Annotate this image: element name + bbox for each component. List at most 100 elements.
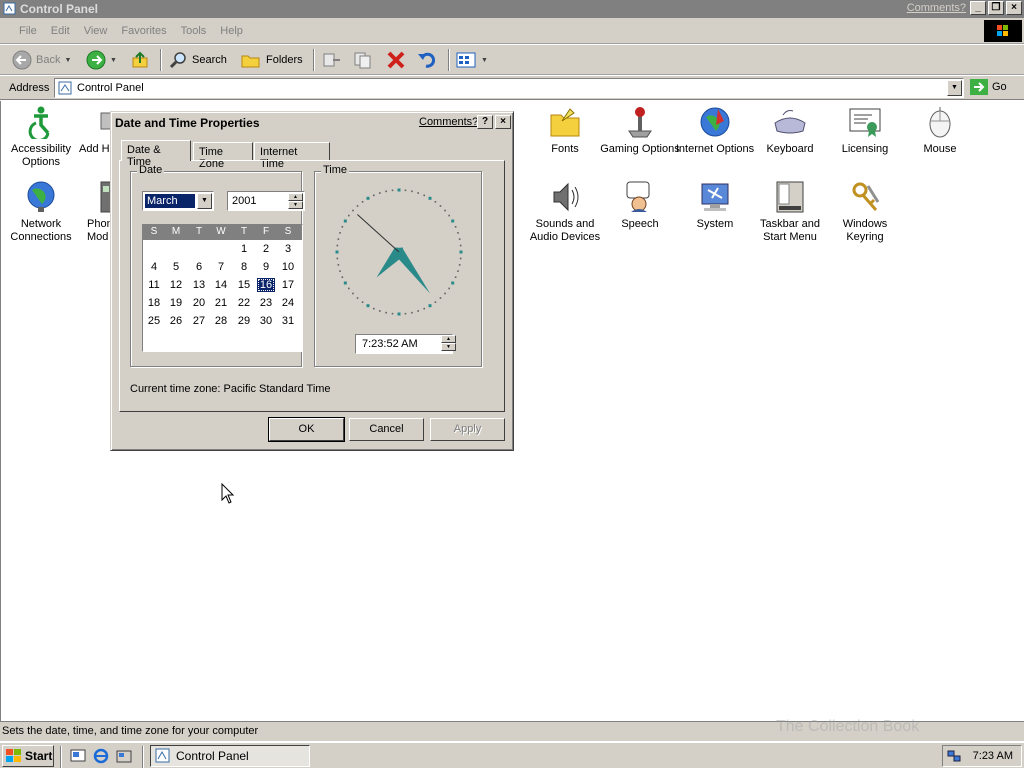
minimize-button[interactable]: _ [970,1,986,15]
copy-to-button[interactable] [352,49,374,71]
time-input[interactable]: 7:23:52 AM [355,334,453,354]
calendar-day[interactable]: 12 [167,278,185,292]
cp-item-gaming-options[interactable]: Gaming Options [600,105,680,156]
cp-item-sounds-audio[interactable]: Sounds and Audio Devices [525,180,605,244]
cp-item-network-connections[interactable]: Network Connections [1,180,81,244]
tab-time-zone[interactable]: Time Zone [193,142,253,170]
calendar-day[interactable]: 15 [235,278,253,292]
help-button[interactable]: ? [477,115,493,129]
calendar-day[interactable]: 18 [145,296,163,310]
time-up-button[interactable]: ▲ [441,335,456,343]
chevron-down-icon[interactable]: ▼ [110,57,117,64]
calendar-day[interactable]: 27 [190,314,208,328]
undo-button[interactable] [416,49,438,71]
cp-item-internet-options[interactable]: Internet Options [675,105,755,156]
forward-button[interactable]: ▼ [86,49,117,71]
cp-item-fonts[interactable]: Fonts [525,105,605,156]
ok-button[interactable]: OK [268,417,345,442]
calendar-day[interactable]: 22 [235,296,253,310]
month-select[interactable]: March ▼ [142,191,214,211]
cp-item-windows-keyring[interactable]: Windows Keyring [825,180,905,244]
search-button[interactable]: Search [168,49,227,71]
network-tray-icon[interactable] [947,749,961,763]
calendar-day[interactable]: 3 [279,242,297,256]
tab-date-time[interactable]: Date & Time [121,140,191,168]
calendar-day[interactable]: 9 [257,260,275,274]
calendar-day[interactable]: 11 [145,278,163,292]
restore-button[interactable]: ❐ [988,1,1004,15]
menu-view[interactable]: View [77,25,115,37]
calendar-day[interactable]: 29 [235,314,253,328]
calendar-day[interactable]: 24 [279,296,297,310]
time-down-button[interactable]: ▼ [441,343,456,351]
calendar-day[interactable]: 25 [145,314,163,328]
calendar-day[interactable]: 17 [279,278,297,292]
chevron-down-icon[interactable]: ▼ [481,57,488,64]
comments-link[interactable]: Comments? [907,2,966,14]
internet-explorer-icon[interactable] [93,748,109,764]
calendar-day[interactable]: 31 [279,314,297,328]
go-button[interactable]: Go [970,79,1007,95]
calendar-day[interactable]: 28 [212,314,230,328]
calendar-day[interactable]: 30 [257,314,275,328]
calendar-day[interactable]: 13 [190,278,208,292]
views-button[interactable]: ▼ [455,49,488,71]
standard-toolbar: Back ▼ ▼ Search Folders ▼ [0,45,1024,75]
dialog-close-button[interactable]: × [495,115,511,129]
calendar-day[interactable]: 19 [167,296,185,310]
calendar-day[interactable]: 10 [279,260,297,274]
year-stepper[interactable]: 2001 ▲ ▼ [227,191,305,211]
month-dropdown-button[interactable]: ▼ [197,193,212,209]
calendar-day[interactable]: 23 [257,296,275,310]
start-button[interactable]: Start [2,745,54,767]
close-button[interactable]: × [1006,1,1022,15]
address-input[interactable]: Control Panel ▼ [54,78,964,98]
apply-button[interactable]: Apply [430,418,505,441]
menu-file[interactable]: File [12,25,44,37]
calendar-day[interactable]: 4 [145,260,163,274]
calendar-day[interactable]: 16 [257,278,275,292]
menu-help[interactable]: Help [213,25,250,37]
calendar-day[interactable]: 20 [190,296,208,310]
explorer-icon[interactable] [116,748,132,764]
move-to-button[interactable] [321,49,343,71]
calendar-day[interactable]: 26 [167,314,185,328]
delete-button[interactable] [385,49,407,71]
cp-item-accessibility-options[interactable]: Accessibility Options [1,105,81,169]
calendar-day[interactable]: 6 [190,260,208,274]
taskbar-button-control-panel[interactable]: Control Panel [150,745,310,767]
calendar-day[interactable]: 14 [212,278,230,292]
calendar-grid: S M T W T F S 1 2 3 4 5 6 7 8 9 10 11 12 13 14 15 16 17 1… [142,224,303,352]
menu-edit[interactable]: Edit [44,25,77,37]
tab-internet-time[interactable]: Internet Time [254,142,330,170]
cp-item-speech[interactable]: Speech [600,180,680,231]
cp-item-mouse[interactable]: Mouse [900,105,980,156]
back-button[interactable]: Back ▼ [12,49,71,71]
dialog-title-bar[interactable]: Date and Time Properties Comments? ? × [113,114,511,132]
calendar-day[interactable]: 1 [235,242,253,256]
calendar-day[interactable]: 8 [235,260,253,274]
year-down-button[interactable]: ▼ [288,201,303,209]
up-button[interactable] [130,49,150,71]
menu-favorites[interactable]: Favorites [114,25,173,37]
dialog-comments-link[interactable]: Comments? [419,116,478,128]
year-up-button[interactable]: ▲ [288,193,303,201]
calendar-day[interactable]: 21 [212,296,230,310]
calendar-day[interactable]: 5 [167,260,185,274]
clock-minute-mark [361,301,364,303]
window-title-bar[interactable]: Control Panel Comments? _ ❐ × [0,0,1024,18]
analog-clock [335,188,463,316]
cp-item-licensing[interactable]: Licensing [825,105,905,156]
folders-button[interactable]: Folders [240,49,303,71]
chevron-down-icon[interactable]: ▼ [64,57,71,64]
cp-item-keyboard[interactable]: Keyboard [750,105,830,156]
menu-tools[interactable]: Tools [174,25,214,37]
cancel-button[interactable]: Cancel [349,418,424,441]
taskbar-clock[interactable]: 7:23 AM [973,750,1013,762]
address-dropdown-button[interactable]: ▼ [947,80,962,96]
cp-item-system[interactable]: System [675,180,755,231]
cp-item-taskbar-start-menu[interactable]: Taskbar and Start Menu [750,180,830,244]
calendar-day[interactable]: 7 [212,260,230,274]
calendar-day[interactable]: 2 [257,242,275,256]
show-desktop-icon[interactable] [70,748,86,764]
